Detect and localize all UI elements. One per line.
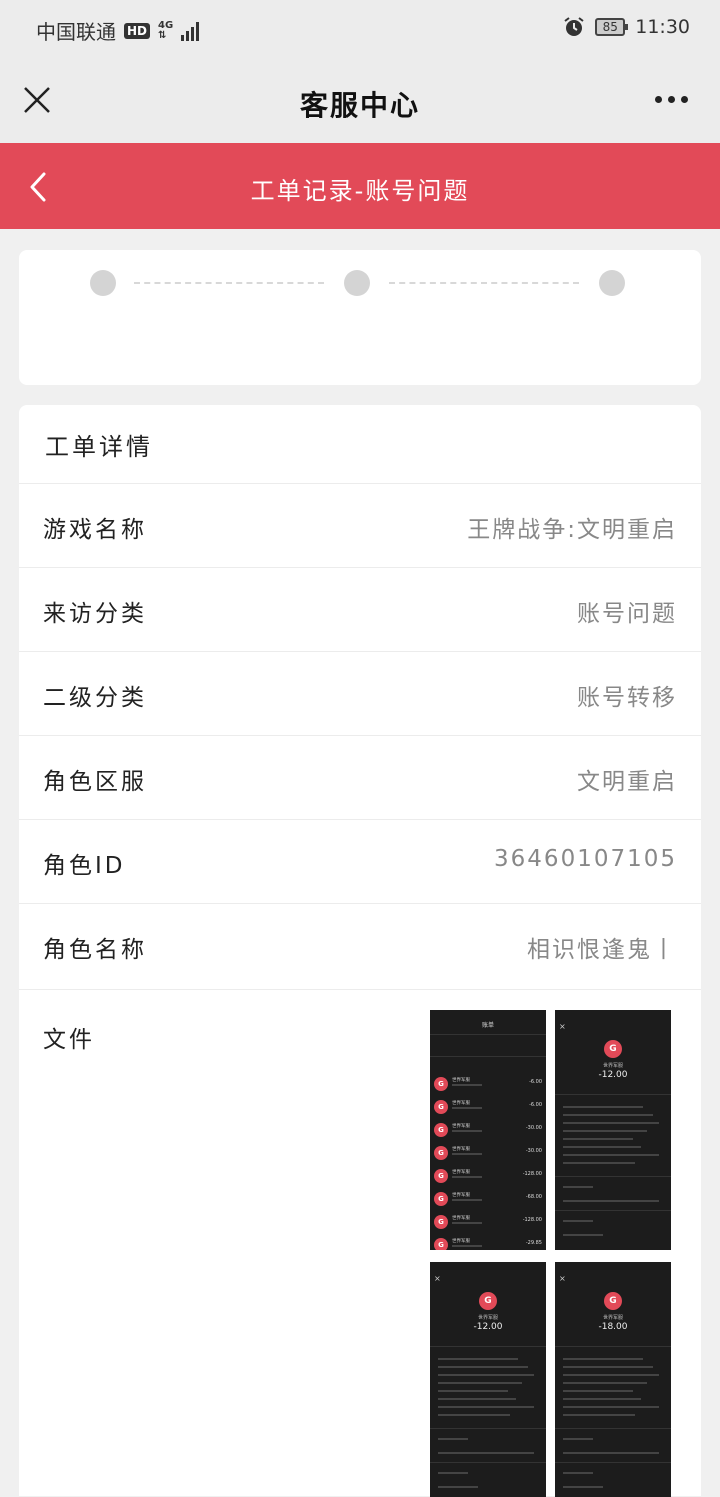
attachment-thumbnail[interactable]: × G 世界军服 -18.00 bbox=[555, 1262, 671, 1497]
status-bar: 中国联通 HD 4G ⇅ 85 11:30 bbox=[0, 0, 720, 58]
progress-step-1 bbox=[90, 270, 116, 296]
thumb-amount: -12.00 bbox=[473, 1322, 503, 1332]
game-logo-icon: G bbox=[604, 1040, 622, 1058]
close-icon: × bbox=[434, 1274, 441, 1283]
attachment-thumbnail[interactable]: × G 世界军服 -12.00 bbox=[555, 1010, 671, 1250]
detail-row-server: 角色区服 文明重启 bbox=[19, 735, 701, 820]
progress-step-2 bbox=[344, 270, 370, 296]
detail-value: 36460107105 bbox=[494, 846, 677, 872]
game-logo-icon: G bbox=[479, 1292, 497, 1310]
detail-label: 来访分类 bbox=[43, 601, 147, 627]
ticket-header: 工单记录-账号问题 bbox=[0, 143, 720, 229]
detail-row-role-name: 角色名称 相识恨逢鬼丨 bbox=[19, 903, 701, 988]
detail-label: 角色名称 bbox=[43, 937, 147, 963]
detail-row-role-id: 角色ID 36460107105 bbox=[19, 819, 701, 904]
list-item: G 世界军服 -6.00 bbox=[430, 1097, 546, 1119]
detail-value: 王牌战争:文明重启 bbox=[467, 517, 677, 543]
thumb-name: 世界军服 bbox=[602, 1063, 623, 1069]
clock: 11:30 bbox=[635, 16, 690, 38]
attachment-thumbnail[interactable]: × G 世界军服 -12.00 bbox=[430, 1262, 546, 1497]
detail-row-game-name: 游戏名称 王牌战争:文明重启 bbox=[19, 483, 701, 568]
detail-row-visit-category: 来访分类 账号问题 bbox=[19, 567, 701, 652]
game-logo-icon: G bbox=[604, 1292, 622, 1310]
details-title: 工单详情 bbox=[45, 433, 153, 461]
signal-icon bbox=[181, 21, 200, 41]
list-item: G 世界军服 -30.00 bbox=[430, 1120, 546, 1142]
thumb-header: 账单 bbox=[481, 1022, 494, 1029]
close-icon: × bbox=[559, 1274, 566, 1283]
progress-connector bbox=[389, 282, 579, 284]
carrier-label: 中国联通 bbox=[36, 20, 116, 44]
close-icon: × bbox=[559, 1022, 566, 1031]
attachment-thumbnail[interactable]: 账单 G 世界军服 -6.00 G 世界军服 -6.00 G 世界军服 -30.00 G 世界… bbox=[430, 1010, 546, 1250]
header-title: 工单记录-账号问题 bbox=[250, 177, 470, 205]
title-bar: 客服中心 bbox=[0, 58, 720, 144]
thumb-amount: -18.00 bbox=[598, 1322, 628, 1332]
thumb-amount: -12.00 bbox=[598, 1070, 628, 1080]
status-right: 85 11:30 bbox=[563, 16, 690, 38]
alarm-clock-icon bbox=[564, 17, 584, 36]
list-item: G 世界军服 -128.00 bbox=[430, 1166, 546, 1188]
list-item: G 世界军服 -6.00 bbox=[430, 1074, 546, 1096]
detail-value: 文明重启 bbox=[577, 769, 677, 795]
list-item: G 世界军服 -68.00 bbox=[430, 1189, 546, 1211]
list-item: G 世界军服 -30.00 bbox=[430, 1143, 546, 1165]
page-title: 客服中心 bbox=[299, 89, 420, 122]
detail-label: 角色ID bbox=[43, 853, 126, 879]
detail-row-sub-category: 二级分类 账号转移 bbox=[19, 651, 701, 736]
thumb-name: 世界军服 bbox=[602, 1315, 623, 1321]
detail-label: 游戏名称 bbox=[43, 517, 147, 543]
detail-label: 文件 bbox=[43, 1027, 95, 1053]
detail-label: 二级分类 bbox=[43, 685, 147, 711]
detail-value: 账号问题 bbox=[577, 601, 677, 627]
progress-connector bbox=[134, 282, 324, 284]
progress-step-3 bbox=[599, 270, 625, 296]
more-horizontal-icon[interactable] bbox=[655, 96, 688, 103]
status-left: 中国联通 HD 4G ⇅ bbox=[36, 16, 200, 45]
detail-label: 角色区服 bbox=[43, 769, 147, 795]
ticket-details-card: 工单详情 游戏名称 王牌战争:文明重启 来访分类 账号问题 二级分类 账号转移 … bbox=[19, 405, 701, 1497]
detail-row-files: 文件 账单 G 世界军服 -6.00 G 世界军服 -6.00 G 世界军服 -30.00 … bbox=[19, 989, 701, 1497]
progress-card bbox=[19, 250, 701, 385]
list-item: G 世界军服 -128.00 bbox=[430, 1212, 546, 1234]
hd-badge: HD bbox=[124, 22, 151, 39]
detail-value: 相识恨逢鬼丨 bbox=[527, 937, 677, 963]
network-type: 4G ⇅ bbox=[158, 19, 174, 41]
detail-value: 账号转移 bbox=[577, 685, 677, 711]
battery-icon: 85 bbox=[595, 18, 629, 36]
list-item: G 世界军服 -29.85 bbox=[430, 1235, 546, 1250]
thumb-name: 世界军服 bbox=[477, 1315, 498, 1321]
